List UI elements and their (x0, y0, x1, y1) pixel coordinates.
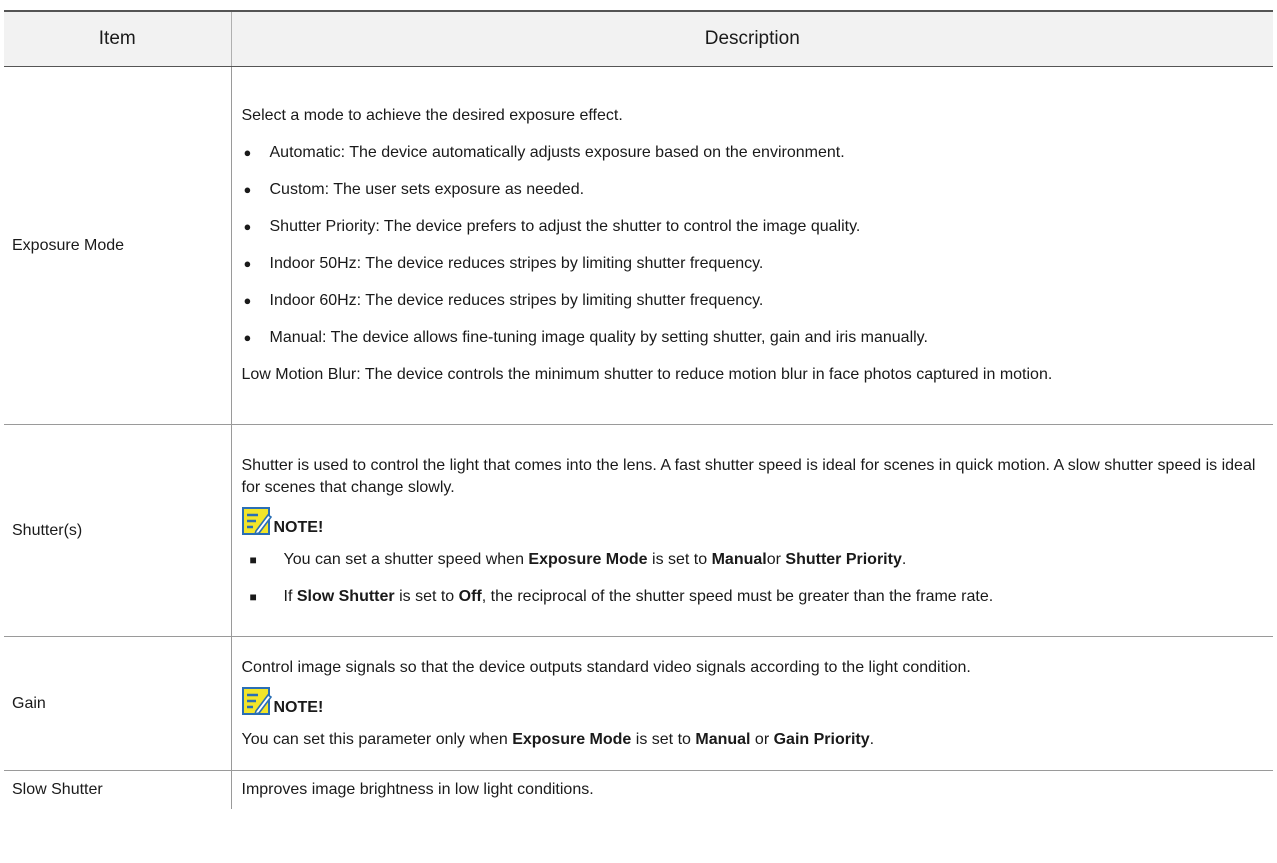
description-shutter: Shutter is used to control the light tha… (231, 424, 1273, 637)
list-item: ● Automatic: The device automatically adj… (242, 142, 1264, 164)
table-row: Gain Control image signals so that the d… (4, 636, 1273, 771)
item-slow-shutter: Slow Shutter (4, 770, 232, 809)
note-icon (241, 686, 272, 715)
description-intro: Shutter is used to control the light tha… (241, 457, 1256, 496)
table-row: Slow Shutter Improves image brightness i… (4, 770, 1273, 809)
list-item: ■ You can set a shutter speed when Expos… (242, 549, 1264, 571)
list-item: ● Indoor 60Hz: The device reduces stripes… (242, 290, 1264, 312)
table-row: Exposure Mode Select a mode to achieve t… (4, 66, 1273, 425)
table-row: Shutter(s) Shutter is used to control th… (4, 424, 1273, 637)
description-intro: Control image signals so that the device… (241, 658, 971, 676)
bullet-icon: ● (243, 330, 252, 345)
list-item: ■ If Slow Shutter is set to Off, the rec… (242, 586, 1264, 608)
item-exposure-mode: Exposure Mode (4, 66, 232, 425)
note-label: NOTE! (273, 519, 324, 536)
description-exposure-mode: Select a mode to achieve the desired exp… (231, 66, 1273, 425)
bullet-icon: ● (243, 182, 252, 197)
item-gain: Gain (4, 636, 232, 771)
note-callout: NOTE! (241, 683, 1264, 717)
bullet-icon: ■ (249, 590, 257, 604)
header-item: Item (4, 10, 232, 67)
description-slow-shutter: Improves image brightness in low light c… (241, 780, 594, 798)
note-icon (241, 507, 272, 536)
parameter-table: Item Description Exposure Mode Select a … (4, 10, 1273, 809)
table-header-row: Item Description (4, 10, 1273, 67)
description-outro: Low Motion Blur: The device controls the… (241, 366, 1053, 383)
bullet-icon: ■ (249, 553, 257, 567)
list-item: ● Manual: The device allows fine-tuning i… (242, 327, 1264, 349)
list-item: ● Custom: The user sets exposure as neede… (242, 179, 1264, 201)
bullet-icon: ● (243, 256, 252, 271)
note-text: You can set this parameter only when Exp… (241, 730, 875, 748)
bullet-icon: ● (243, 219, 252, 234)
item-shutter: Shutter(s) (4, 424, 232, 637)
header-description: Description (231, 10, 1273, 67)
bullet-icon: ● (243, 293, 252, 308)
list-item: ● Shutter Priority: The device prefers to… (242, 216, 1264, 238)
bullet-icon: ● (243, 145, 252, 160)
description-intro: Select a mode to achieve the desired exp… (241, 107, 623, 124)
description-gain: Control image signals so that the device… (231, 636, 1273, 771)
note-callout: NOTE! (241, 503, 1264, 537)
note-label: NOTE! (273, 698, 324, 716)
list-item: ● Indoor 50Hz: The device reduces stripes… (242, 253, 1264, 275)
